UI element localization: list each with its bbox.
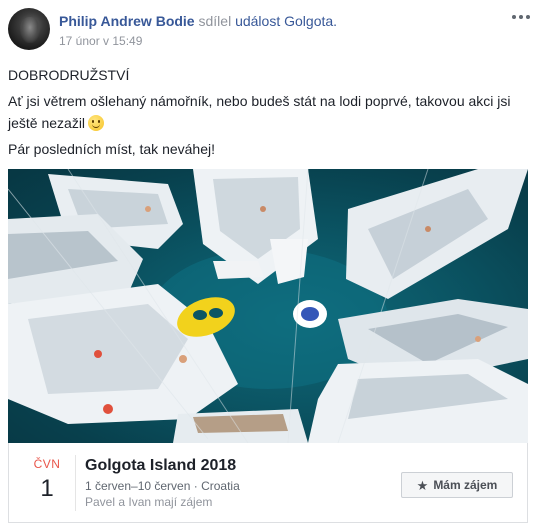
post-text-heading: DOBRODRUŽSTVÍ: [8, 67, 130, 83]
post-header: Philip Andrew Bodie sdílel událost Golgo…: [59, 12, 337, 30]
interested-button[interactable]: ★ Mám zájem: [401, 472, 513, 498]
event-month: ČVN: [33, 457, 61, 471]
event-title-link[interactable]: Golgota Island 2018: [85, 457, 236, 475]
interested-button-label: Mám zájem: [433, 478, 498, 492]
event-friends-interested: Pavel a Ivan mají zájem: [85, 495, 213, 509]
author-avatar[interactable]: [8, 8, 50, 50]
event-meta: 1 červen–10 červen · Croatia: [85, 479, 240, 493]
event-day: 1: [40, 475, 54, 502]
author-name-link[interactable]: Philip Andrew Bodie: [59, 13, 195, 29]
post-text-body-content: Ať jsi větrem ošlehaný námořník, nebo bu…: [8, 93, 511, 131]
event-cover-photo[interactable]: [8, 169, 528, 443]
feed-post: Philip Andrew Bodie sdílel událost Golgo…: [0, 0, 536, 527]
post-timestamp[interactable]: 17 únor v 15:49: [59, 34, 142, 48]
smiley-emoji-icon: [88, 115, 105, 131]
shared-verb: sdílel: [198, 13, 232, 29]
event-date: ČVN 1: [23, 457, 71, 503]
event-name: Golgota.: [284, 13, 338, 29]
event-card[interactable]: ČVN 1 Golgota Island 2018 1 červen–10 če…: [8, 443, 528, 523]
sailboats-illustration: [8, 169, 528, 443]
event-link[interactable]: událost Golgota.: [235, 13, 337, 29]
date-divider: [75, 455, 76, 511]
post-text-cta: Pár posledních míst, tak neváhej!: [8, 141, 215, 157]
star-icon: ★: [416, 477, 429, 493]
post-text-body: Ať jsi větrem ošlehaný námořník, nebo bu…: [8, 90, 528, 134]
more-horizontal-icon[interactable]: [512, 12, 530, 22]
event-prefix: událost: [235, 13, 281, 29]
